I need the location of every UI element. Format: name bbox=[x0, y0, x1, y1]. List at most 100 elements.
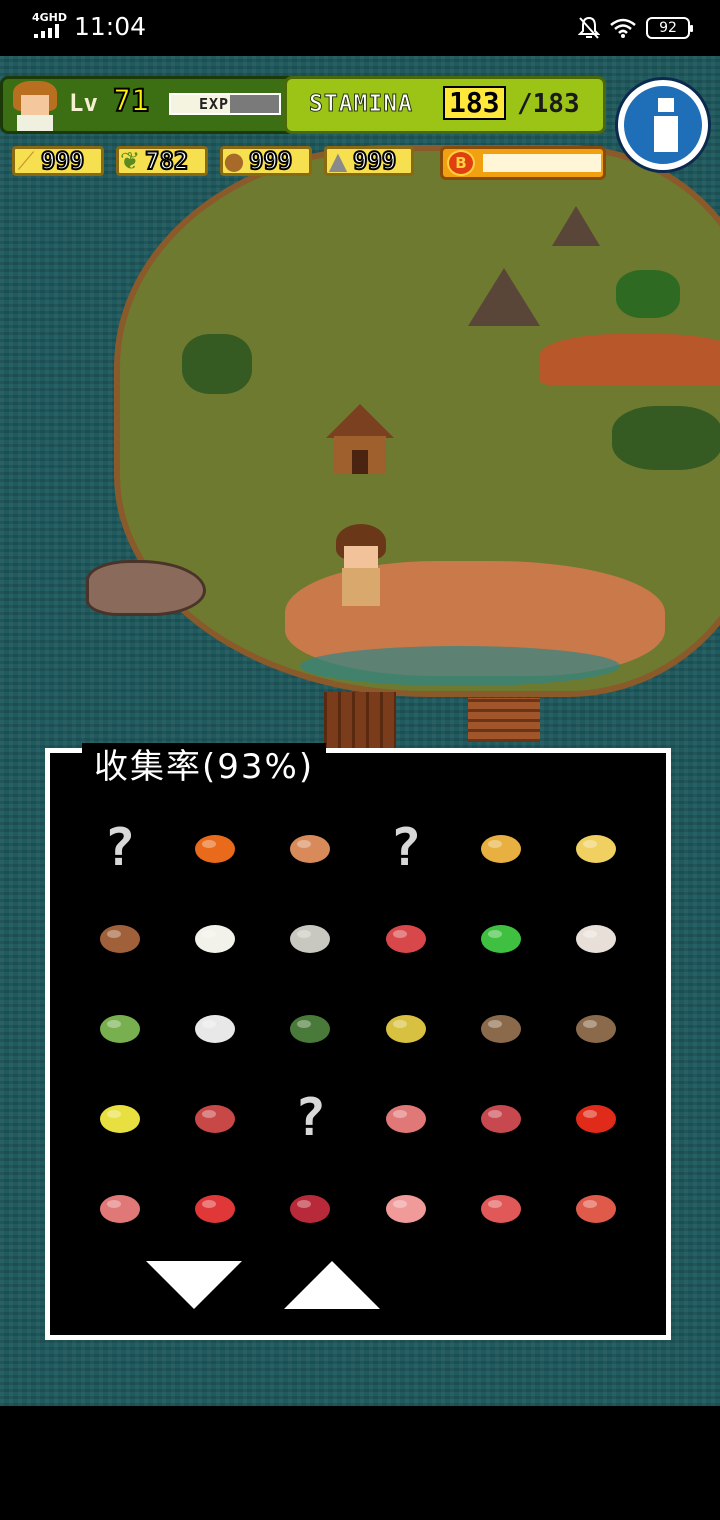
wooden-bridge[interactable] bbox=[468, 698, 540, 742]
shoreline bbox=[300, 646, 620, 686]
wifi-icon bbox=[610, 18, 636, 38]
collection-item[interactable]: ? bbox=[263, 1073, 358, 1163]
collection-item[interactable] bbox=[167, 1073, 262, 1163]
clock: 11:04 bbox=[74, 12, 147, 41]
rice-icon bbox=[290, 925, 331, 953]
broth-bowl-icon bbox=[576, 1015, 617, 1043]
stamina-panel: STAMINA 183 /183 bbox=[284, 76, 606, 134]
shrimp-icon bbox=[576, 1195, 617, 1223]
info-button[interactable] bbox=[618, 80, 708, 170]
stamina-current: 183 bbox=[443, 86, 506, 120]
level-value: 71 bbox=[112, 83, 150, 120]
player-character bbox=[334, 524, 388, 606]
collection-item[interactable] bbox=[549, 893, 644, 983]
collection-item[interactable] bbox=[72, 983, 167, 1073]
wooden-dock[interactable] bbox=[324, 692, 396, 752]
level-panel: Lv 71 EXP bbox=[0, 76, 298, 134]
collection-item[interactable] bbox=[453, 1073, 548, 1163]
collection-item[interactable] bbox=[72, 893, 167, 983]
collection-item[interactable] bbox=[263, 1163, 358, 1253]
fish-fillet-icon bbox=[385, 1195, 426, 1223]
leaf-icon: ❦ bbox=[119, 147, 141, 175]
seaweed-icon bbox=[290, 1015, 331, 1043]
collection-item[interactable]: ? bbox=[358, 803, 453, 893]
resource-food: ● 999 bbox=[220, 146, 312, 176]
collection-title: 收集率(93%) bbox=[82, 743, 327, 797]
salt-icon bbox=[194, 925, 235, 953]
collection-item[interactable] bbox=[72, 1163, 167, 1253]
red-salt-icon bbox=[385, 925, 426, 953]
water-bowl-icon bbox=[480, 1015, 521, 1043]
collection-item[interactable]: ? bbox=[72, 803, 167, 893]
bell-muted-icon bbox=[578, 16, 600, 39]
resource-wood: ⟋ 999 bbox=[12, 146, 104, 176]
collection-item[interactable] bbox=[358, 893, 453, 983]
collection-item[interactable] bbox=[549, 1073, 644, 1163]
coin-icon: B bbox=[447, 150, 475, 176]
milk-bowl-icon bbox=[194, 1015, 235, 1043]
avatar bbox=[11, 81, 59, 131]
bush bbox=[612, 406, 720, 470]
battery-indicator: 92 bbox=[646, 17, 693, 39]
collection-item[interactable] bbox=[263, 893, 358, 983]
seed-icon bbox=[99, 925, 140, 953]
collection-item[interactable] bbox=[453, 893, 548, 983]
status-bar: 4GHD 11:04 92 bbox=[0, 0, 720, 56]
tofu-icon bbox=[576, 925, 617, 953]
collection-item[interactable] bbox=[453, 983, 548, 1073]
stamina-max: /183 bbox=[517, 89, 580, 119]
root-icon bbox=[290, 835, 331, 863]
coconut-icon bbox=[99, 1015, 140, 1043]
collection-item[interactable] bbox=[167, 893, 262, 983]
network-type: 4GHD bbox=[32, 11, 68, 24]
collection-item[interactable] bbox=[167, 1163, 262, 1253]
collection-item[interactable] bbox=[167, 983, 262, 1073]
crab-icon bbox=[576, 1105, 617, 1133]
collection-grid: ??? bbox=[72, 803, 644, 1253]
collection-item[interactable] bbox=[549, 983, 644, 1073]
rocky-ridge bbox=[540, 334, 720, 386]
ginger-icon bbox=[576, 835, 617, 863]
collection-item[interactable] bbox=[72, 1073, 167, 1163]
spice-icon bbox=[480, 835, 521, 863]
collection-item[interactable] bbox=[358, 1073, 453, 1163]
branch-icon: ⟋ bbox=[17, 147, 35, 175]
status-icons: 92 bbox=[578, 14, 693, 42]
ham-icon bbox=[385, 1105, 426, 1133]
collection-item[interactable] bbox=[358, 983, 453, 1073]
coin-bar-fill bbox=[483, 154, 601, 172]
collection-item[interactable] bbox=[263, 983, 358, 1073]
mountain bbox=[468, 268, 540, 326]
beef-icon bbox=[480, 1105, 521, 1133]
coin-bar: B bbox=[440, 146, 606, 180]
exp-label: EXP bbox=[199, 95, 230, 113]
resource-herb: ❦ 782 bbox=[116, 146, 208, 176]
page-up-button[interactable] bbox=[284, 1261, 380, 1309]
level-label: Lv bbox=[69, 89, 98, 117]
rock bbox=[552, 206, 600, 246]
stone-icon: ▲ bbox=[328, 147, 348, 175]
collection-item[interactable] bbox=[453, 803, 548, 893]
collection-item[interactable] bbox=[549, 1163, 644, 1253]
exp-bar: EXP bbox=[169, 93, 281, 115]
minced-meat-icon bbox=[480, 1195, 521, 1223]
resource-stone: ▲ 999 bbox=[324, 146, 414, 176]
info-icon bbox=[658, 98, 674, 112]
collection-item[interactable] bbox=[453, 1163, 548, 1253]
collection-item[interactable] bbox=[358, 1163, 453, 1253]
plant bbox=[616, 270, 680, 318]
collection-item[interactable] bbox=[549, 803, 644, 893]
soup-bowl-icon bbox=[385, 1015, 426, 1043]
collection-item[interactable] bbox=[167, 803, 262, 893]
collection-item[interactable] bbox=[263, 803, 358, 893]
signal-icon bbox=[34, 24, 66, 38]
pork-icon bbox=[99, 1195, 140, 1223]
unknown-item-icon: ? bbox=[390, 818, 422, 878]
bush bbox=[182, 334, 252, 394]
game-world[interactable]: Lv 71 EXP STAMINA 183 /183 ⟋ 999 ❦ 782 ●… bbox=[0, 56, 720, 1406]
page-down-button[interactable] bbox=[146, 1261, 242, 1309]
red-meat-icon bbox=[290, 1195, 331, 1223]
green-sauce-icon bbox=[480, 925, 521, 953]
lemon-icon bbox=[99, 1105, 140, 1133]
hut[interactable] bbox=[326, 404, 394, 474]
